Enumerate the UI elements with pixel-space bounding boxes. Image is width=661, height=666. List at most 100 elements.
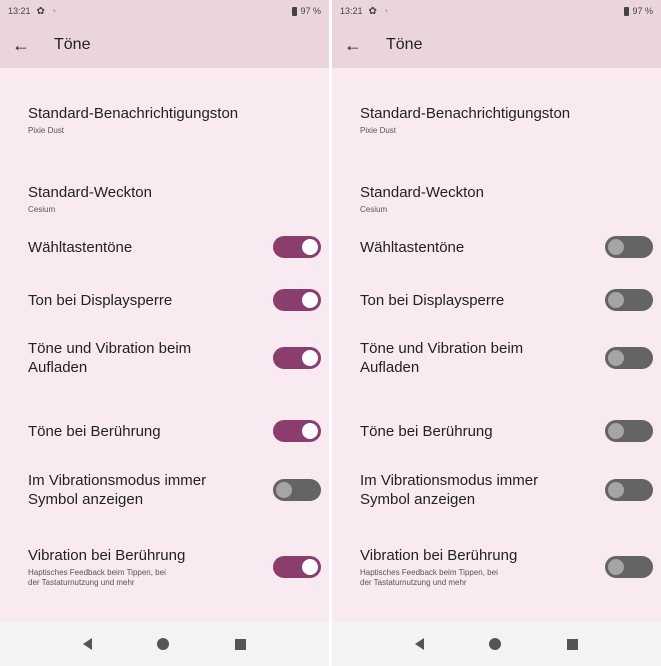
nav-recents-icon[interactable] (567, 638, 579, 650)
app-bar: ← Töne (0, 22, 329, 68)
settings-item-label: Töne bei Berührung (360, 422, 493, 440)
settings-item-text: Ton bei Displaysperre (360, 291, 597, 310)
settings-item-label: Wähltastentöne (28, 238, 133, 256)
battery-indicator: 97 % (292, 6, 321, 16)
settings-item-text: Wähltastentöne (360, 238, 597, 257)
settings-item[interactable]: Im Vibrationsmodus immer Symbol anzeigen (28, 471, 321, 509)
settings-item-text: Ton bei Displaysperre (28, 291, 265, 310)
settings-item-text: Vibration bei Berührung Haptisches Feedba… (360, 546, 597, 588)
settings-item[interactable]: Ton bei Displaysperre (360, 289, 653, 311)
battery-percent: 97 % (632, 6, 653, 16)
settings-item[interactable]: Standard-Benachrichtigungston Pixie Dust (360, 104, 653, 136)
nav-back-icon[interactable] (82, 638, 92, 650)
settings-item[interactable]: Wähltastentöne (360, 236, 653, 258)
settings-item-label: Standard-Benachrichtigungston (28, 105, 239, 122)
toggle-knob (302, 423, 318, 439)
settings-item-label: Töne und Vibration beim Aufladen (28, 340, 192, 376)
navigation-bar (0, 622, 329, 666)
settings-item-label: Töne und Vibration beim Aufladen (360, 340, 524, 376)
settings-list: Standard-Benachrichtigungston Pixie Dust S… (0, 68, 329, 622)
settings-item-summary: Cesium (28, 205, 56, 214)
toggle-knob (608, 239, 624, 255)
gear-icon: ✿ (36, 5, 45, 17)
toggle-switch[interactable] (605, 556, 653, 578)
settings-item[interactable]: Wähltastentöne (28, 236, 321, 258)
settings-item-label: Standard-Benachrichtigungston (360, 105, 571, 122)
nav-home-icon[interactable] (157, 638, 170, 650)
nav-back-icon[interactable] (414, 638, 424, 650)
back-arrow-icon[interactable]: ← (344, 35, 376, 56)
toggle-knob (608, 350, 624, 366)
settings-item-text: Standard-Weckton Cesium (28, 183, 321, 215)
screenshot-comparison: 13:21 ✿ ◔ 97 % ← Töne Standard-Benachrichtigun… (0, 0, 661, 666)
settings-item-text: Standard-Benachrichtigungston Pixie Dust (28, 104, 321, 136)
settings-item[interactable]: Töne und Vibration beim Aufladen (360, 339, 653, 377)
nav-recents-icon[interactable] (235, 638, 247, 650)
battery-percent: 97 % (300, 6, 321, 16)
toggle-switch[interactable] (273, 289, 321, 311)
settings-item-text: Standard-Weckton Cesium (360, 183, 653, 215)
settings-item-label: Vibration bei Berührung (360, 547, 518, 564)
settings-item-summary: Haptisches Feedback beim Tippen, bei der… (360, 568, 498, 587)
app-bar: ← Töne (332, 22, 661, 68)
settings-item[interactable]: Töne und Vibration beim Aufladen (28, 339, 321, 377)
settings-item[interactable]: Vibration bei Berührung Haptisches Feedba… (360, 546, 653, 588)
settings-item[interactable]: Töne bei Berührung (28, 420, 321, 442)
settings-item[interactable]: Standard-Weckton Cesium (360, 183, 653, 215)
settings-item-text: Töne bei Berührung (28, 422, 265, 441)
toggle-switch[interactable] (605, 347, 653, 369)
toggle-knob (302, 292, 318, 308)
toggle-knob (608, 292, 624, 308)
settings-item-summary: Cesium (360, 205, 388, 214)
battery-indicator: 97 % (624, 6, 653, 16)
settings-item-label: Ton bei Displaysperre (360, 291, 505, 309)
settings-item[interactable]: Ton bei Displaysperre (28, 289, 321, 311)
toggle-switch[interactable] (273, 236, 321, 258)
toggle-switch[interactable] (273, 556, 321, 578)
back-arrow-icon[interactable]: ← (12, 35, 44, 56)
settings-item-label: Vibration bei Berührung (28, 547, 186, 564)
wifi-icon: ◔ (50, 6, 57, 16)
settings-item[interactable]: Standard-Benachrichtigungston Pixie Dust (28, 104, 321, 136)
settings-item-label: Standard-Weckton (360, 184, 484, 201)
settings-item[interactable]: Vibration bei Berührung Haptisches Feedba… (28, 546, 321, 588)
page-title: Töne (54, 36, 91, 53)
settings-item-label: Im Vibrationsmodus immer Symbol anzeigen (28, 472, 207, 508)
status-time: 13:21 (340, 6, 363, 16)
settings-item-summary: Haptisches Feedback beim Tippen, bei der… (28, 568, 166, 587)
settings-item-text: Standard-Benachrichtigungston Pixie Dust (360, 104, 653, 136)
toggle-switch[interactable] (605, 420, 653, 442)
toggle-knob (608, 559, 624, 575)
nav-home-icon[interactable] (489, 638, 502, 650)
toggle-switch[interactable] (273, 420, 321, 442)
toggle-switch[interactable] (605, 479, 653, 501)
settings-item-text: Töne bei Berührung (360, 422, 597, 441)
toggle-knob (302, 559, 318, 575)
battery-icon (292, 6, 298, 16)
settings-item-text: Vibration bei Berührung Haptisches Feedba… (28, 546, 265, 588)
settings-item-label: Standard-Weckton (28, 184, 152, 201)
toggle-switch[interactable] (605, 236, 653, 258)
settings-item[interactable]: Im Vibrationsmodus immer Symbol anzeigen (360, 471, 653, 509)
status-bar: 13:21 ✿ ◔ 97 % (0, 0, 329, 22)
settings-item-label: Wähltastentöne (360, 238, 465, 256)
navigation-bar (332, 622, 661, 666)
toggle-knob (302, 239, 318, 255)
toggle-switch[interactable] (273, 479, 321, 501)
settings-item[interactable]: Töne bei Berührung (360, 420, 653, 442)
toggle-knob (608, 482, 624, 498)
settings-item[interactable]: Standard-Weckton Cesium (28, 183, 321, 215)
status-time: 13:21 (8, 6, 31, 16)
settings-item-text: Wähltastentöne (28, 238, 265, 257)
settings-item-label: Ton bei Displaysperre (28, 291, 173, 309)
settings-item-text: Im Vibrationsmodus immer Symbol anzeigen (28, 471, 265, 509)
settings-item-text: Töne und Vibration beim Aufladen (360, 339, 597, 377)
settings-item-text: Töne und Vibration beim Aufladen (28, 339, 265, 377)
phone-screen-right: 13:21 ✿ ◔ 97 % ← Töne Standard-Benachrichtigun… (332, 0, 661, 666)
toggle-switch[interactable] (605, 289, 653, 311)
toggle-knob (608, 423, 624, 439)
battery-icon (624, 6, 630, 16)
toggle-switch[interactable] (273, 347, 321, 369)
wifi-icon: ◔ (382, 6, 389, 16)
settings-item-summary: Pixie Dust (28, 126, 65, 135)
